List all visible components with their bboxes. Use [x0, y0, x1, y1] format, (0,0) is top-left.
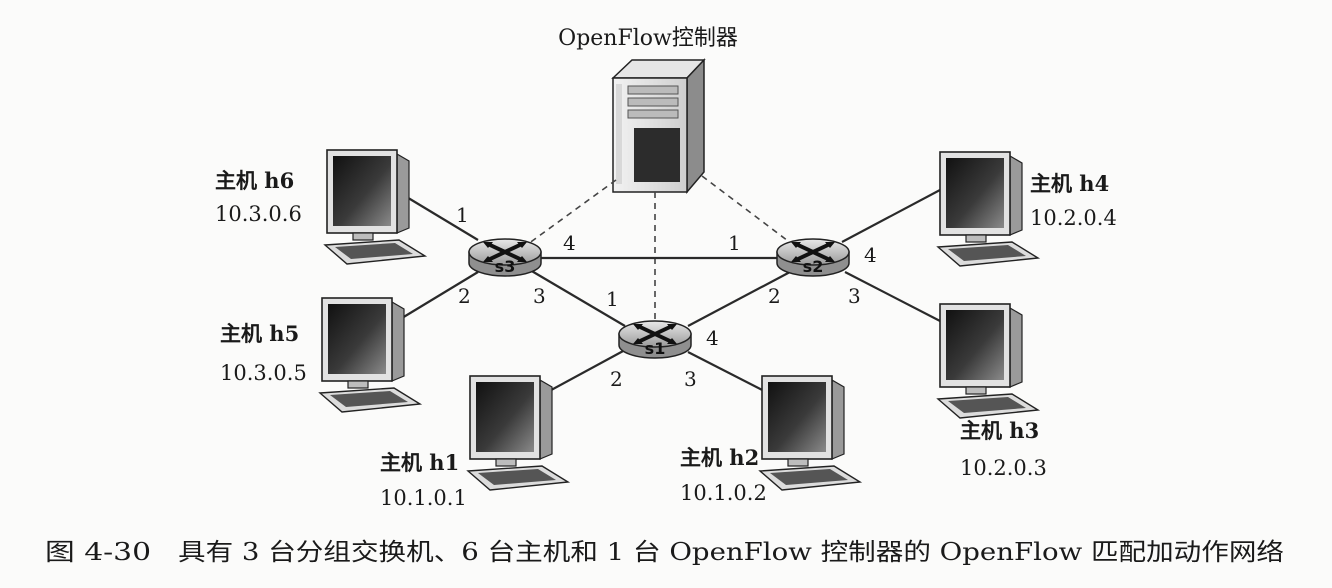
- switch-s3: s3: [467, 237, 543, 278]
- port-s2-s3: 1: [728, 231, 741, 255]
- host-ip: 10.1.0.1: [380, 486, 467, 510]
- link-s2-h4: [841, 189, 941, 243]
- host-label: 主机 h3: [960, 418, 1039, 443]
- port-s3-h6: 1: [456, 203, 469, 227]
- link-s1-h2: [687, 351, 773, 396]
- port-s3-s1: 3: [533, 284, 546, 308]
- host-label: 主机 h2: [680, 445, 759, 470]
- host-label: 主机 h6: [215, 168, 294, 193]
- switch-s1: s1: [617, 319, 693, 360]
- host-label: 主机 h4: [1030, 171, 1109, 196]
- host-label: 主机 h1: [380, 450, 459, 475]
- switch-label: s2: [803, 257, 824, 276]
- computer-icon: [324, 149, 426, 265]
- host-h2: 主机 h2 10.1.0.2: [680, 375, 861, 505]
- computer-icon: [759, 375, 861, 491]
- port-s1-h2: 3: [684, 367, 697, 391]
- port-s1-s3: 1: [606, 287, 619, 311]
- control-link-s2: [701, 175, 793, 245]
- port-s3-h5: 2: [458, 284, 471, 308]
- host-h6: 主机 h6 10.3.0.6: [215, 149, 426, 265]
- host-ip: 10.1.0.2: [680, 481, 767, 505]
- port-s2-s1: 2: [768, 284, 781, 308]
- host-ip: 10.2.0.3: [960, 456, 1047, 480]
- port-s2-h4: 4: [864, 243, 877, 267]
- switch-label: s3: [495, 257, 516, 276]
- host-label: 主机 h5: [220, 321, 299, 346]
- switch-label: s1: [645, 339, 666, 358]
- computer-icon: [937, 303, 1039, 419]
- host-ip: 10.2.0.4: [1030, 206, 1117, 230]
- controller-server-icon: [611, 58, 706, 195]
- figure-caption: 具有 3 台分组交换机、6 台主机和 1 台 OpenFlow 控制器的 Ope…: [178, 538, 1284, 566]
- controller-title: OpenFlow控制器: [558, 26, 738, 51]
- host-h3: 主机 h3 10.2.0.3: [937, 303, 1047, 480]
- switch-s2: s2: [775, 237, 851, 278]
- computer-icon: [467, 375, 569, 491]
- port-s2-h3: 3: [848, 284, 861, 308]
- host-h4: 主机 h4 10.2.0.4: [937, 151, 1117, 267]
- port-s3-s2: 4: [563, 231, 576, 255]
- computer-icon: [937, 151, 1039, 267]
- host-h5: 主机 h5 10.3.0.5: [220, 297, 421, 413]
- host-ip: 10.3.0.5: [220, 361, 307, 385]
- port-s1-s2: 4: [706, 326, 719, 350]
- port-s1-h1: 2: [610, 367, 623, 391]
- openflow-network-diagram: OpenFlow控制器 s3 s2 s1 1 2 4 3 1 2 4 3 1 4…: [45, 26, 1284, 566]
- figure-number: 图 4-30: [45, 538, 151, 566]
- host-ip: 10.3.0.6: [215, 202, 302, 226]
